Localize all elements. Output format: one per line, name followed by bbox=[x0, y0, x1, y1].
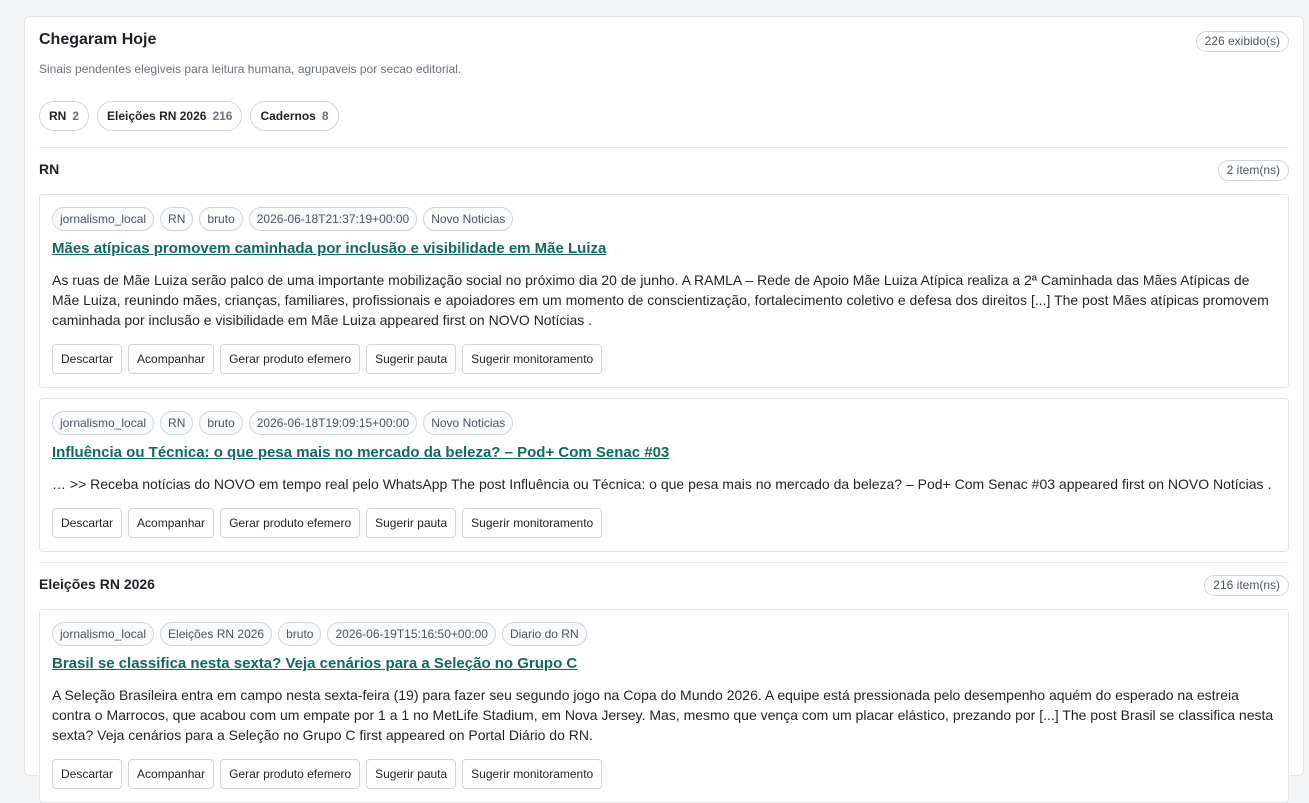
tag-status: bruto bbox=[199, 411, 243, 435]
tag-row: jornalismo_local RN bruto 2026-06-18T21:… bbox=[52, 207, 1276, 231]
signal-title-link[interactable]: Mães atípicas promovem caminhada por inc… bbox=[52, 239, 1276, 259]
tag-section: Eleições RN 2026 bbox=[160, 622, 273, 646]
tag-category: jornalismo_local bbox=[52, 411, 155, 435]
signal-card: jornalismo_local Eleições RN 2026 bruto … bbox=[39, 609, 1289, 803]
discard-button[interactable]: Descartar bbox=[52, 344, 123, 374]
signal-card: jornalismo_local RN bruto 2026-06-18T19:… bbox=[39, 398, 1289, 552]
panel-title: Chegaram Hoje bbox=[39, 31, 157, 48]
tag-timestamp: 2026-06-18T19:09:15+00:00 bbox=[248, 411, 418, 435]
tag-category: jornalismo_local bbox=[52, 622, 155, 646]
suggest-monitoring-button[interactable]: Sugerir monitoramento bbox=[462, 508, 603, 538]
tag-section: RN bbox=[160, 207, 194, 231]
tag-status: bruto bbox=[199, 207, 243, 231]
discard-button[interactable]: Descartar bbox=[52, 759, 123, 789]
tag-row: jornalismo_local RN bruto 2026-06-18T19:… bbox=[52, 411, 1276, 435]
tag-source: Diario do RN bbox=[501, 622, 587, 646]
follow-button[interactable]: Acompanhar bbox=[128, 759, 215, 789]
action-row: Descartar Acompanhar Gerar produto efeme… bbox=[52, 508, 1276, 538]
tag-section: RN bbox=[160, 411, 194, 435]
section-header: RN 2 item(ns) bbox=[39, 148, 1289, 194]
signal-card: jornalismo_local RN bruto 2026-06-18T21:… bbox=[39, 194, 1289, 388]
suggest-monitoring-button[interactable]: Sugerir monitoramento bbox=[462, 344, 603, 374]
section-header: Eleições RN 2026 216 item(ns) bbox=[39, 563, 1289, 609]
action-row: Descartar Acompanhar Gerar produto efeme… bbox=[52, 344, 1276, 374]
tag-timestamp: 2026-06-18T21:37:19+00:00 bbox=[248, 207, 418, 231]
filter-chip-count: 2 bbox=[72, 109, 80, 123]
tag-source: Novo Noticias bbox=[423, 207, 514, 231]
filter-chip-label: Eleições RN 2026 bbox=[107, 109, 207, 123]
tag-category: jornalismo_local bbox=[52, 207, 155, 231]
tag-timestamp: 2026-06-19T15:16:50+00:00 bbox=[327, 622, 496, 646]
signal-summary: … >> Receba notícias do NOVO em tempo re… bbox=[52, 476, 1272, 492]
discard-button[interactable]: Descartar bbox=[52, 508, 123, 538]
signal-title-link[interactable]: Influência ou Técnica: o que pesa mais n… bbox=[52, 443, 1276, 463]
filter-chip-count: 216 bbox=[212, 109, 233, 123]
signal-summary: A Seleção Brasileira entra em campo nest… bbox=[52, 687, 1274, 743]
panel-subtitle: Sinais pendentes elegiveis para leitura … bbox=[39, 62, 462, 76]
suggest-monitoring-button[interactable]: Sugerir monitoramento bbox=[462, 759, 603, 789]
panel-header: Chegaram Hoje Sinais pendentes elegiveis… bbox=[39, 17, 1289, 148]
total-count-badge: 226 exibido(s) bbox=[1195, 31, 1289, 52]
suggest-agenda-button[interactable]: Sugerir pauta bbox=[366, 508, 457, 538]
generate-ephemeral-button[interactable]: Gerar produto efemero bbox=[220, 759, 361, 789]
tag-row: jornalismo_local Eleições RN 2026 bruto … bbox=[52, 622, 1276, 646]
tag-status: bruto bbox=[278, 622, 322, 646]
tag-source: Novo Noticias bbox=[423, 411, 514, 435]
filter-chip-cadernos[interactable]: Cadernos 8 bbox=[250, 101, 339, 131]
today-panel: Chegaram Hoje Sinais pendentes elegiveis… bbox=[24, 16, 1304, 803]
follow-button[interactable]: Acompanhar bbox=[128, 344, 215, 374]
suggest-agenda-button[interactable]: Sugerir pauta bbox=[366, 759, 457, 789]
filter-chip-eleicoes[interactable]: Eleições RN 2026 216 bbox=[97, 101, 243, 131]
signal-title-link[interactable]: Brasil se classifica nesta sexta? Veja c… bbox=[52, 654, 1276, 674]
filter-chip-rn[interactable]: RN 2 bbox=[39, 101, 90, 131]
action-row: Descartar Acompanhar Gerar produto efeme… bbox=[52, 759, 1276, 789]
section-filter-row: RN 2 Eleições RN 2026 216 Cadernos 8 bbox=[39, 101, 339, 131]
generate-ephemeral-button[interactable]: Gerar produto efemero bbox=[220, 508, 361, 538]
section-count-badge: 216 item(ns) bbox=[1204, 575, 1289, 596]
section-count-badge: 2 item(ns) bbox=[1217, 160, 1289, 181]
filter-chip-label: Cadernos bbox=[260, 109, 316, 123]
filter-chip-count: 8 bbox=[321, 109, 329, 123]
section-title: RN bbox=[39, 161, 60, 177]
generate-ephemeral-button[interactable]: Gerar produto efemero bbox=[220, 344, 361, 374]
filter-chip-label: RN bbox=[49, 109, 67, 123]
suggest-agenda-button[interactable]: Sugerir pauta bbox=[366, 344, 457, 374]
follow-button[interactable]: Acompanhar bbox=[128, 508, 215, 538]
section-eleicoes-rn-2026: Eleições RN 2026 216 item(ns) jornalismo… bbox=[39, 563, 1289, 803]
section-rn: RN 2 item(ns) jornalismo_local RN bruto … bbox=[39, 148, 1289, 552]
signal-summary: As ruas de Mãe Luiza serão palco de uma … bbox=[52, 272, 1269, 328]
section-title: Eleições RN 2026 bbox=[39, 576, 155, 592]
